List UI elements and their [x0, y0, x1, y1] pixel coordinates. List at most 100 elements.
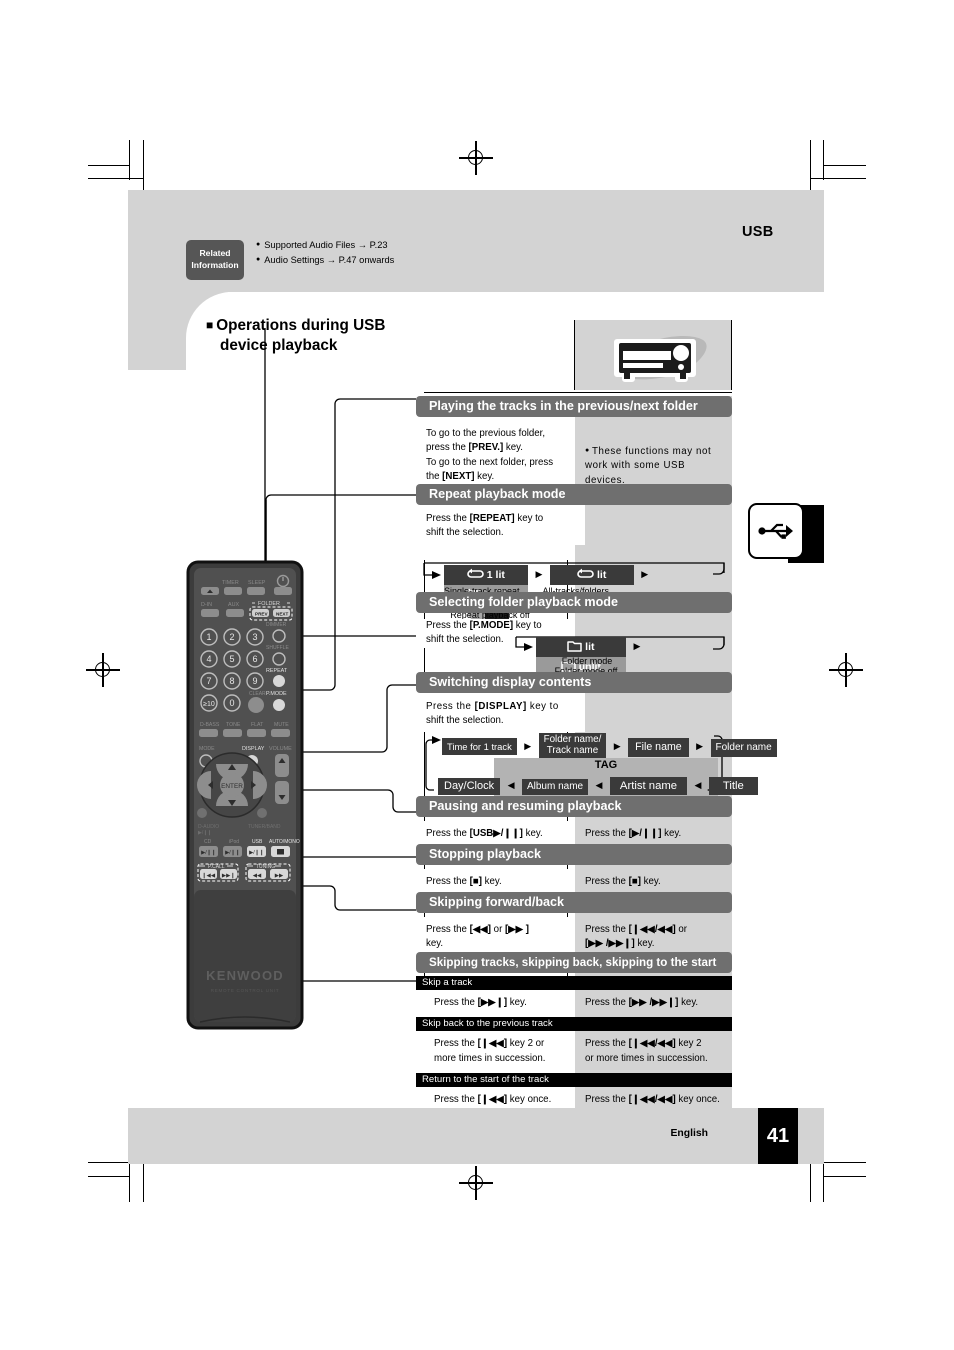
svg-text:◀◀: ◀◀ [253, 873, 262, 879]
section-title: Switching display contents [416, 672, 732, 693]
section-instruction: Press the [REPEAT] key to shift the sele… [416, 505, 585, 545]
svg-text:CD: CD [204, 839, 212, 845]
svg-text:1: 1 [206, 632, 211, 642]
bullet-square-icon: ■ [206, 318, 214, 332]
svg-text:FLAT: FLAT [251, 722, 264, 728]
section-title: Skipping tracks, skipping back, skipping… [416, 952, 732, 973]
display-chip: Day/Clock [438, 777, 501, 796]
subrow-left-text: Press the [❙◀◀] key 2 or more times in su… [416, 1031, 575, 1074]
display-chip: Artist name [609, 776, 688, 795]
svg-text:SHUFFLE: SHUFFLE [266, 645, 289, 651]
folder-chip-on: lit [536, 637, 626, 658]
section-title: Selecting folder playback mode [416, 592, 732, 613]
display-chip: Title [708, 776, 758, 795]
svg-text:FOLDER: FOLDER [258, 601, 280, 607]
svg-text:USB: USB [252, 839, 263, 845]
crop-mark [129, 140, 131, 180]
svg-text:≥10: ≥10 [203, 701, 215, 708]
subrow-right-text: Press the [▶▶ /▶▶❙] key. [575, 990, 732, 1018]
crop-mark [823, 1162, 825, 1202]
svg-text:9: 9 [252, 676, 257, 686]
svg-text:P.MODE: P.MODE [266, 691, 287, 697]
flow-arrow-icon: ▶ [633, 641, 641, 651]
crop-mark [824, 1176, 866, 1178]
section-skip-tracks: Skipping tracks, skipping back, skipping… [416, 952, 732, 1115]
svg-text:7: 7 [206, 676, 211, 686]
remote-control-illustration: TIMER SLEEP D-IN AUX FOLDER PREV NEXT 1 … [186, 560, 304, 1030]
section-prev-next-folder: Playing the tracks in the previous/next … [416, 396, 732, 496]
txt-line: shift the selection. [426, 527, 504, 539]
section-stop: Stopping playback Press the [■] key. Pre… [416, 844, 732, 897]
registration-mark [86, 653, 120, 687]
display-flow-diagram: TAG Time for 1 track ▶ Folder name/Track… [416, 732, 777, 800]
registration-mark [829, 653, 863, 687]
display-chip: Folder name/Track name [538, 732, 607, 759]
svg-text:REPEAT: REPEAT [266, 668, 288, 674]
source-label: USB [742, 224, 774, 240]
manual-page: USB Related Information ● Supported Audio… [0, 0, 954, 1350]
subsection-label: Return to the start of the track [416, 1073, 732, 1088]
repeat-icon [577, 568, 595, 578]
svg-text:MODE: MODE [199, 746, 215, 752]
repeat-icon [467, 568, 484, 578]
crop-mark [810, 140, 812, 192]
section-folder-mode: Selecting folder playback mode Press the… [416, 592, 732, 678]
svg-text:SLEEP: SLEEP [248, 580, 266, 586]
svg-text:▶▶❙: ▶▶❙ [222, 872, 235, 879]
svg-text:AUX: AUX [228, 602, 239, 608]
page-title-line1: Operations during USB [216, 317, 386, 334]
section-skip-forward-back: Skipping forward/back Press the [◀◀] or … [416, 892, 732, 959]
section-display-contents: Switching display contents Press the [DI… [416, 672, 777, 800]
svg-text:4: 4 [206, 654, 211, 664]
svg-text:D-BASS: D-BASS [200, 722, 220, 728]
txt-line: Press the [REPEAT] key to [426, 513, 544, 524]
related-information-badge: Related Information [186, 240, 244, 280]
column-header-unit [574, 320, 732, 390]
section-instruction: Press the [DISPLAY] key to shift the sel… [416, 693, 585, 732]
svg-text:VOLUME: VOLUME [269, 746, 292, 752]
display-chip: Album name [521, 778, 589, 796]
svg-text:6: 6 [252, 654, 257, 664]
svg-text:❙◀◀: ❙◀◀ [202, 872, 216, 879]
section-title: Repeat playback mode [416, 484, 732, 505]
usb-icon [748, 503, 804, 559]
display-chip: Time for 1 track [442, 737, 517, 756]
crop-mark [88, 165, 130, 167]
svg-text:▶▶: ▶▶ [275, 873, 284, 879]
crop-mark [88, 1176, 130, 1178]
crop-mark [824, 165, 866, 167]
svg-text:ENTER: ENTER [221, 783, 243, 790]
page-title: ■ Operations during USB device playback [206, 316, 416, 357]
repeat-chip-all: lit [549, 564, 634, 585]
chip-label: lit [585, 641, 595, 653]
usb-symbol-icon [758, 523, 793, 539]
footer-page-number: 41 [758, 1108, 798, 1164]
related-badge-line1: Related [199, 248, 231, 259]
subrow-left-text: Press the [▶▶❙] key. [416, 990, 575, 1018]
svg-text:D-IN: D-IN [201, 602, 212, 608]
subsection-label: Skip back to the previous track [416, 1017, 732, 1032]
display-chip: File name [628, 737, 689, 757]
txt-line: shift the selection. [426, 715, 504, 727]
chip-label: 1 lit [486, 568, 505, 581]
svg-text:▶/❙❙: ▶/❙❙ [225, 850, 240, 856]
remote-svg: TIMER SLEEP D-IN AUX FOLDER PREV NEXT 1 … [186, 560, 304, 1030]
svg-text:TONE: TONE [226, 722, 241, 728]
related-badge-line2: Information [191, 260, 239, 270]
flow-arrow-icon: ◀ [595, 779, 603, 790]
note-text: These functions may not work with some U… [585, 446, 712, 486]
related-item: ● Supported Audio Files → P.23 [256, 240, 388, 250]
txt-line: To go to the previous folder, [426, 428, 546, 439]
txt-line: press the [PREV.] key. [426, 442, 523, 454]
svg-text:3: 3 [252, 632, 257, 642]
section-title: Skipping forward/back [416, 892, 732, 913]
txt-line: To go to the next folder, press [426, 456, 554, 468]
svg-text:DIMMER: DIMMER [266, 622, 287, 628]
txt-line: the [NEXT] key. [426, 471, 495, 483]
registration-mark [459, 1166, 493, 1200]
flow-arrow-icon: ▶ [613, 740, 621, 751]
svg-text:▶/❙❙: ▶/❙❙ [249, 850, 264, 856]
section-pause-resume: Pausing and resuming playback Press the … [416, 796, 732, 849]
flow-arrow-icon: ◀ [694, 779, 702, 790]
svg-text:PREV: PREV [255, 612, 268, 617]
